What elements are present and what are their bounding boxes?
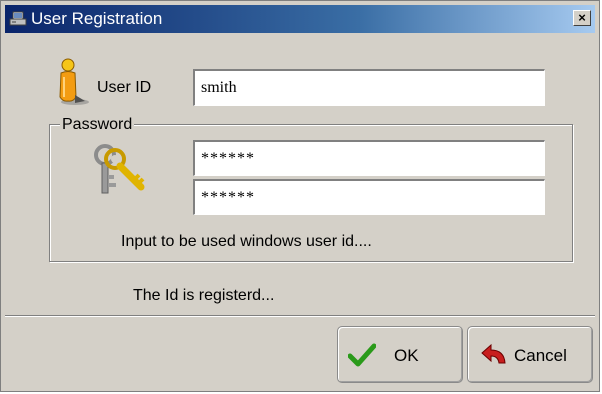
computer-icon [9, 11, 27, 26]
user-icon [59, 58, 89, 105]
status-text: The Id is registerd... [133, 287, 275, 304]
userid-field[interactable] [193, 69, 545, 106]
close-icon: × [578, 10, 586, 25]
password-field[interactable] [193, 140, 545, 176]
user-registration-dialog: User Registration × User ID Password Inp… [0, 0, 600, 392]
keys-icon [94, 144, 145, 194]
hint-text: Input to be used windows user id.... [121, 233, 372, 250]
cancel-button[interactable]: Cancel [467, 326, 593, 383]
password-confirm-field[interactable] [193, 179, 545, 215]
password-group-label: Password [60, 116, 135, 134]
undo-arrow-icon [481, 343, 506, 364]
userid-label: User ID [97, 79, 152, 96]
title-bar[interactable]: User Registration × [5, 5, 595, 33]
close-button[interactable]: × [573, 10, 591, 26]
checkmark-icon [348, 343, 376, 367]
window-title: User Registration [31, 9, 163, 28]
ok-button[interactable]: OK [337, 326, 463, 383]
cancel-button-label: Cancel [514, 346, 567, 365]
separator [5, 315, 595, 317]
ok-button-label: OK [394, 346, 419, 365]
